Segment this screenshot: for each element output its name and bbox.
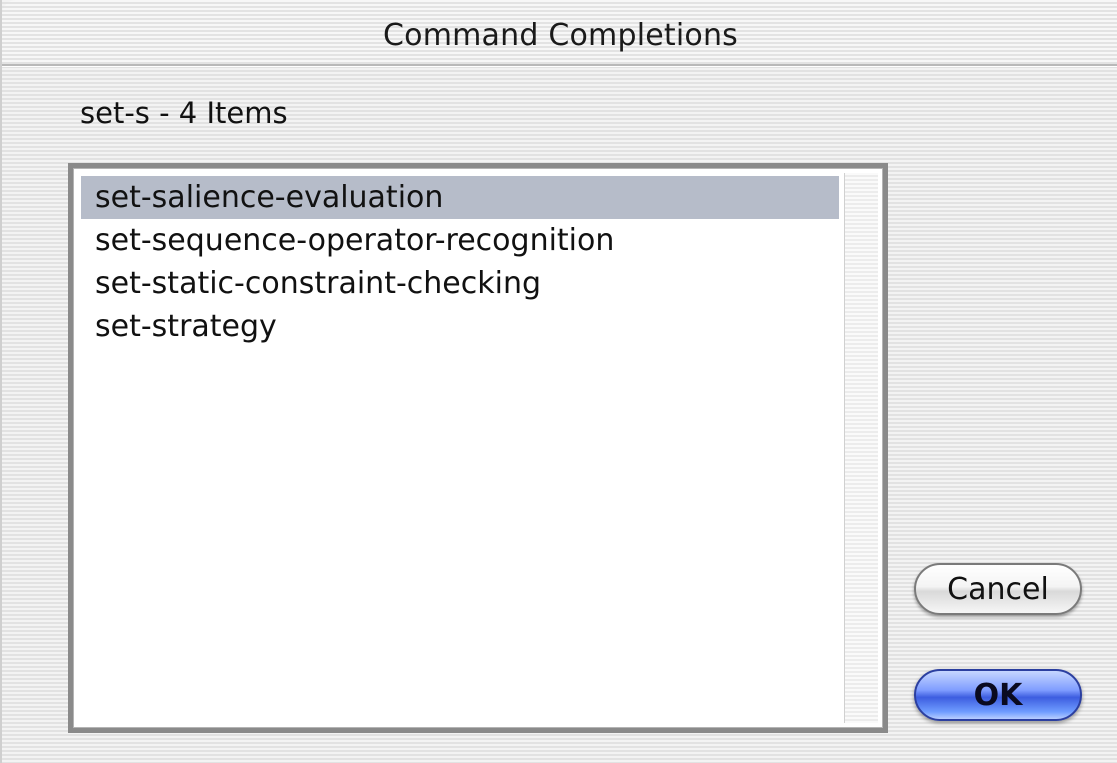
ok-button[interactable]: OK (914, 669, 1082, 721)
list-item[interactable]: set-static-constraint-checking (81, 262, 839, 305)
cancel-button[interactable]: Cancel (914, 563, 1082, 615)
vertical-scrollbar[interactable] (844, 173, 878, 723)
list-item[interactable]: set-sequence-operator-recognition (81, 219, 839, 262)
command-completions-dialog: Command Completions set-s - 4 Items set-… (0, 0, 1117, 763)
list-item[interactable]: set-strategy (81, 305, 839, 348)
completions-list[interactable]: set-salience-evaluation set-sequence-ope… (68, 163, 888, 733)
completions-list-items: set-salience-evaluation set-sequence-ope… (81, 176, 839, 724)
list-item[interactable]: set-salience-evaluation (81, 176, 839, 219)
completion-summary: set-s - 4 Items (80, 96, 288, 130)
window-title: Command Completions (383, 18, 738, 53)
title-bar[interactable]: Command Completions (2, 0, 1117, 66)
